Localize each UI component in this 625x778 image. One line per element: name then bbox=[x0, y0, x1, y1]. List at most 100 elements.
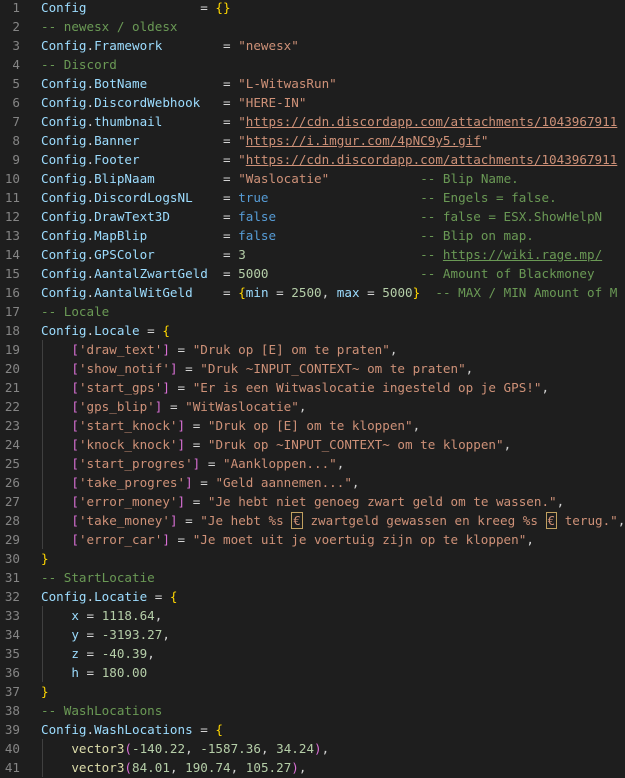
line-number: 1 bbox=[12, 0, 20, 15]
line-code: vector3(-140.22, -1587.36, 34.24), bbox=[41, 739, 329, 758]
code-line[interactable]: 23 ['start_knock'] = "Druk op [E] om te … bbox=[0, 416, 625, 435]
code-line[interactable]: 26 ['take_progres'] = "Geld aannemen..."… bbox=[0, 473, 625, 492]
code-line[interactable]: 18 Config.Locale = { bbox=[0, 321, 625, 340]
code-token: . bbox=[86, 171, 95, 186]
line-number: 38 bbox=[4, 703, 20, 718]
line-number: 32 bbox=[4, 589, 20, 604]
line-number: 36 bbox=[4, 665, 20, 680]
code-line[interactable]: 24 ['knock_knock'] = "Druk op ~INPUT_CON… bbox=[0, 435, 625, 454]
code-line[interactable]: 14 Config.GPSColor = 3 -- https://wiki.ra… bbox=[0, 245, 625, 264]
code-line[interactable]: 31 -- StartLocatie bbox=[0, 568, 625, 587]
code-line[interactable]: 11 Config.DiscordLogsNL = true -- Engels … bbox=[0, 188, 625, 207]
code-line[interactable]: 27 ['error_money'] = "Je hebt niet genoe… bbox=[0, 492, 625, 511]
code-token: = bbox=[223, 171, 239, 186]
code-token: 2500 bbox=[291, 285, 322, 300]
line-code: Config.thumbnail = "https://cdn.discorda… bbox=[41, 112, 617, 131]
code-token: , bbox=[185, 741, 201, 756]
code-token: [ bbox=[71, 399, 79, 414]
code-token: , bbox=[169, 760, 186, 775]
code-token: ] bbox=[177, 494, 186, 509]
code-token: Config bbox=[41, 228, 87, 243]
code-line[interactable]: 17 -- Locale bbox=[0, 302, 625, 321]
code-line[interactable]: 8 Config.Banner = "https://i.imgur.com/4p… bbox=[0, 131, 625, 150]
code-line[interactable]: 25 ['start_progres'] = "Aankloppen...", bbox=[0, 454, 625, 473]
code-token: -140.22 bbox=[132, 741, 186, 756]
code-line[interactable]: 4 -- Discord bbox=[0, 55, 625, 74]
code-token: = bbox=[223, 209, 239, 224]
code-token: [ bbox=[71, 342, 79, 357]
code-token: , bbox=[465, 361, 474, 376]
code-line[interactable]: 28 ['take_money'] = "Je hebt %s € zwartg… bbox=[0, 511, 625, 530]
code-token: "Waslocatie" bbox=[238, 171, 330, 186]
code-line[interactable]: 12 Config.DrawText3D = false -- false = E… bbox=[0, 207, 625, 226]
code-line[interactable]: 1 Config = {} bbox=[0, 0, 625, 17]
code-line[interactable]: 13 Config.MapBlip = false -- Blip on map. bbox=[0, 226, 625, 245]
line-code: Config.DiscordLogsNL = true -- Engels = … bbox=[41, 188, 557, 207]
code-line[interactable]: 10 Config.BlipNaam = "Waslocatie" -- Blip… bbox=[0, 169, 625, 188]
code-line[interactable]: 20 ['show_notif'] = "Druk ~INPUT_CONTEXT… bbox=[0, 359, 625, 378]
code-token: € bbox=[545, 512, 558, 529]
code-line[interactable]: 22 ['gps_blip'] = "WitWaslocatie", bbox=[0, 397, 625, 416]
line-number: 16 bbox=[4, 285, 20, 300]
code-line[interactable]: 19 ['draw_text'] = "Druk op [E] om te pr… bbox=[0, 340, 625, 359]
code-line[interactable]: 37} bbox=[0, 682, 625, 701]
code-line[interactable]: 40 vector3(-140.22, -1587.36, 34.24), bbox=[0, 739, 625, 758]
code-line[interactable]: 35 z = -40.39, bbox=[0, 644, 625, 663]
code-token: = bbox=[78, 665, 102, 680]
code-token: {} bbox=[215, 0, 231, 15]
code-line[interactable]: 39 Config.WashLocations = { bbox=[0, 720, 625, 739]
line-code: Config.DiscordWebhook = "HERE-IN" bbox=[41, 93, 306, 112]
code-line[interactable]: 7 Config.thumbnail = "https://cdn.discord… bbox=[0, 112, 625, 131]
code-token: , bbox=[541, 380, 550, 395]
code-token: = bbox=[223, 114, 239, 129]
code-line[interactable]: 9 Config.Footer = "https://cdn.discordapp… bbox=[0, 150, 625, 169]
code-token: ] bbox=[162, 532, 170, 547]
code-line[interactable]: 32 Config.Locatie = { bbox=[0, 587, 625, 606]
code-token: 84.01 bbox=[132, 760, 170, 775]
code-token: Config bbox=[41, 285, 87, 300]
code-token: " bbox=[238, 133, 246, 148]
code-editor[interactable]: 1 Config = {} 2 -- newesx / oldesx 3 Config.F… bbox=[0, 0, 625, 778]
line-number: 3 bbox=[12, 38, 20, 53]
code-line[interactable]: 36 h = 180.00 bbox=[0, 663, 625, 682]
line-code: } bbox=[41, 549, 49, 568]
code-line[interactable]: 38 -- WashLocations bbox=[0, 701, 625, 720]
code-line[interactable]: 6 Config.DiscordWebhook = "HERE-IN" bbox=[0, 93, 625, 112]
code-token: 105.27 bbox=[245, 760, 292, 775]
code-token: = bbox=[169, 342, 193, 357]
code-line[interactable]: 16 Config.AantalWitGeld = {min = 2500, ma… bbox=[0, 283, 625, 302]
code-line[interactable]: 3 Config.Framework = "newesx" bbox=[0, 36, 625, 55]
line-code: z = -40.39, bbox=[41, 644, 154, 663]
code-line[interactable]: 5 Config.BotName = "L-WitwasRun" bbox=[0, 74, 625, 93]
code-token: -40.39 bbox=[101, 646, 148, 661]
code-token: 'gps_blip' bbox=[78, 399, 155, 414]
code-line[interactable]: 30} bbox=[0, 549, 625, 568]
code-token: , bbox=[230, 760, 246, 775]
code-token: 34.24 bbox=[276, 741, 315, 756]
code-line[interactable]: 29 ['error_car'] = "Je moet uit je voert… bbox=[0, 530, 625, 549]
code-token: GPSColor bbox=[94, 247, 155, 262]
line-code: -- Discord bbox=[41, 55, 117, 74]
code-line[interactable]: 33 x = 1118.64, bbox=[0, 606, 625, 625]
code-token: [ bbox=[71, 361, 79, 376]
code-token: [ bbox=[71, 532, 79, 547]
line-code: Config.Framework = "newesx" bbox=[41, 36, 299, 55]
code-token: ] bbox=[185, 475, 193, 490]
code-token: = bbox=[78, 608, 102, 623]
code-token: 190.74 bbox=[185, 760, 231, 775]
code-token: ( bbox=[124, 760, 133, 775]
code-token: = bbox=[223, 133, 239, 148]
code-line[interactable]: 15 Config.AantalZwartGeld = 5000 -- Amoun… bbox=[0, 264, 625, 283]
line-number: 15 bbox=[4, 266, 20, 281]
code-line[interactable]: 34 y = -3193.27, bbox=[0, 625, 625, 644]
code-line[interactable]: 21 ['start_gps'] = "Er is een Witwasloca… bbox=[0, 378, 625, 397]
code-token: = bbox=[139, 323, 163, 338]
code-token: zwartgeld gewassen en kreeg %s bbox=[302, 513, 546, 528]
code-line[interactable]: 41 vector3(84.01, 190.74, 105.27), bbox=[0, 758, 625, 777]
code-line[interactable]: 2 -- newesx / oldesx bbox=[0, 17, 625, 36]
code-token: . bbox=[86, 323, 95, 338]
